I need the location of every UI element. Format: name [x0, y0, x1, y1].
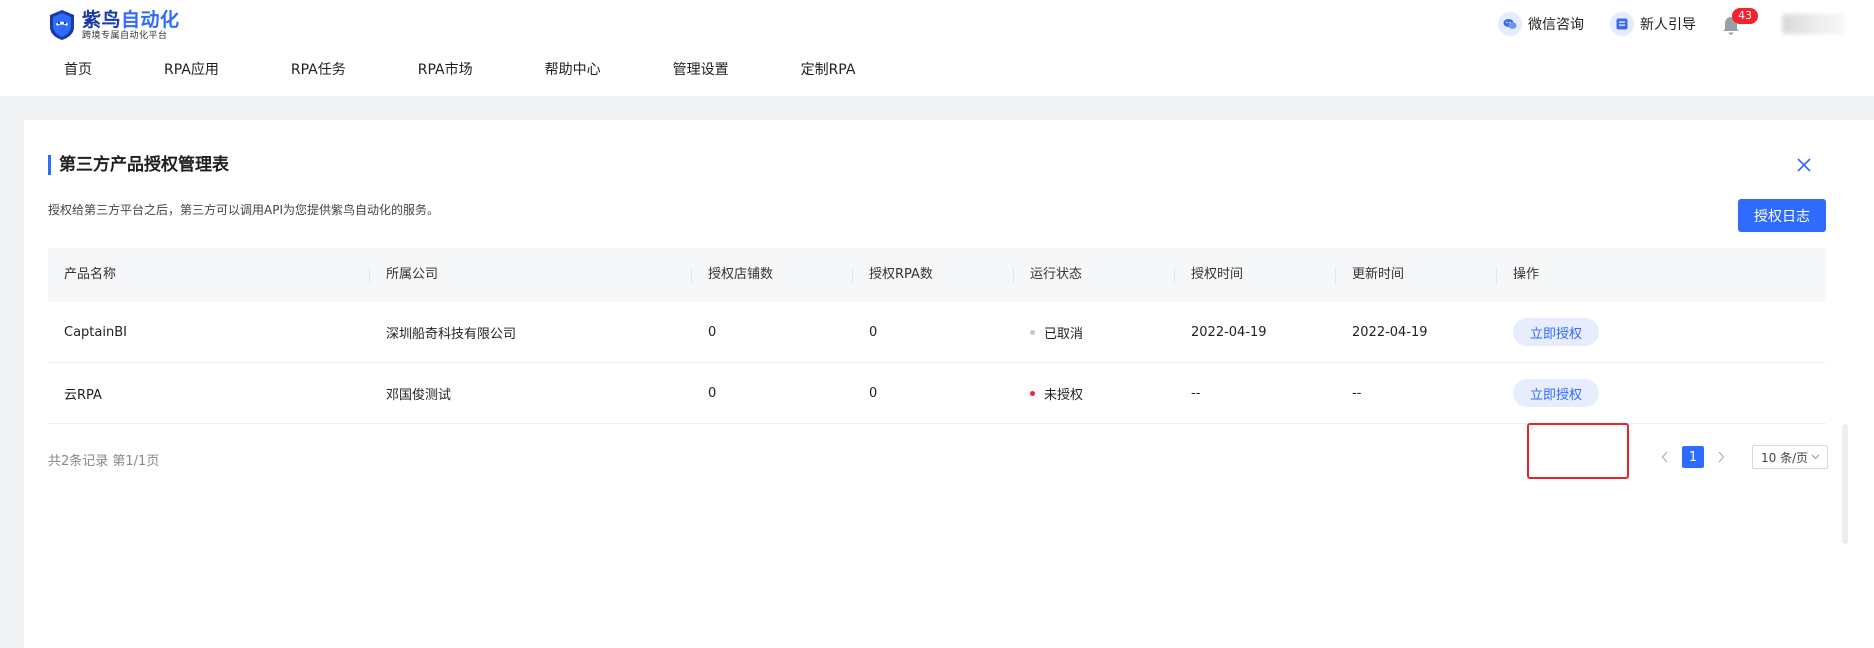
record-summary: 共2条记录 第1/1页 — [48, 454, 160, 469]
brand-subtitle: 跨境专属自动化平台 — [82, 30, 168, 41]
column-header-rpa-count: 授权RPA数 — [853, 248, 1014, 302]
cell-company: 邓国俊测试 — [386, 387, 452, 403]
panel-title: 第三方产品授权管理表 — [48, 155, 229, 175]
brand-title: 紫鸟自动化 — [82, 8, 180, 31]
authorize-now-button[interactable]: 立即授权 — [1513, 379, 1600, 407]
table-scrollbar[interactable] — [1842, 424, 1848, 544]
chevron-left-icon — [1661, 451, 1668, 463]
nav-settings[interactable]: 管理设置 — [673, 60, 729, 80]
cell-store-count: 0 — [708, 324, 717, 340]
nav-help-center[interactable]: 帮助中心 — [545, 60, 601, 80]
bird-logo-icon — [50, 10, 74, 40]
authorization-panel: 第三方产品授权管理表 授权给第三方平台之后，第三方可以调用API为您提供紫鸟自动… — [24, 120, 1874, 648]
new-user-guide-button[interactable]: 新人引导 — [1610, 12, 1696, 36]
next-page-button[interactable] — [1714, 450, 1728, 464]
panel-description: 授权给第三方平台之后，第三方可以调用API为您提供紫鸟自动化的服务。 — [48, 203, 439, 217]
chevron-right-icon — [1718, 451, 1725, 463]
cell-action: 立即授权 — [1497, 379, 1826, 407]
notification-badge: 43 — [1732, 8, 1758, 24]
nav-rpa-tasks[interactable]: RPA任务 — [291, 60, 346, 80]
guide-icon — [1610, 12, 1634, 36]
cell-auth-time: 2022-04-19 — [1191, 324, 1267, 340]
status-text: 未授权 — [1044, 387, 1084, 403]
table-row: CaptainBI 深圳船奇科技有限公司 0 0 已取消 2022-04-19 … — [48, 302, 1826, 363]
main-nav: 首页 RPA应用 RPA任务 RPA市场 帮助中心 管理设置 定制RPA — [64, 60, 927, 80]
user-avatar-blurred[interactable] — [1782, 14, 1844, 34]
wechat-consult-button[interactable]: 微信咨询 — [1498, 12, 1584, 36]
pagination: 1 10 条/页 — [1658, 444, 1829, 470]
cell-rpa-count: 0 — [869, 324, 878, 340]
top-header: 紫鸟自动化 跨境专属自动化平台 首页 RPA应用 RPA任务 RPA市场 帮助中… — [0, 0, 1874, 96]
column-header-store-count: 授权店铺数 — [692, 248, 853, 302]
cell-status: 已取消 — [1014, 323, 1175, 342]
status-dot — [1030, 390, 1035, 396]
table-row: 云RPA 邓国俊测试 0 0 未授权 -- -- 立即授权 — [48, 363, 1826, 424]
authorization-table: 产品名称 所属公司 授权店铺数 授权RPA数 运行状态 授权时间 更新时间 操作… — [48, 248, 1826, 424]
highlight-annotation-box — [1527, 423, 1629, 479]
nav-rpa-market[interactable]: RPA市场 — [418, 60, 473, 80]
close-icon[interactable] — [1794, 155, 1814, 175]
wechat-icon — [1498, 12, 1522, 36]
cell-update-time: 2022-04-19 — [1352, 324, 1428, 340]
cell-auth-time: -- — [1191, 385, 1201, 401]
cell-rpa-count: 0 — [869, 385, 878, 401]
nav-custom-rpa[interactable]: 定制RPA — [801, 60, 856, 80]
brand-logo[interactable]: 紫鸟自动化 跨境专属自动化平台 — [48, 8, 180, 42]
nav-rpa-apps[interactable]: RPA应用 — [164, 60, 219, 80]
cell-company: 深圳船奇科技有限公司 — [386, 326, 517, 342]
cell-product: CaptainBI — [64, 324, 127, 340]
prev-page-button[interactable] — [1658, 450, 1672, 464]
cell-product: 云RPA — [64, 387, 102, 403]
page-size-select[interactable]: 10 条/页 — [1752, 445, 1829, 469]
authorize-now-button[interactable]: 立即授权 — [1513, 318, 1600, 346]
column-header-auth-time: 授权时间 — [1175, 248, 1336, 302]
page-number-current[interactable]: 1 — [1682, 446, 1704, 468]
column-header-product: 产品名称 — [48, 248, 370, 302]
column-header-update-time: 更新时间 — [1336, 248, 1497, 302]
authorization-log-button[interactable]: 授权日志 — [1738, 199, 1826, 232]
notifications-button[interactable]: 43 — [1722, 8, 1758, 36]
cell-store-count: 0 — [708, 385, 717, 401]
column-header-action: 操作 — [1513, 267, 1540, 282]
status-text: 已取消 — [1044, 326, 1084, 342]
column-header-status: 运行状态 — [1014, 248, 1175, 302]
header-actions: 微信咨询 新人引导 43 — [1498, 8, 1844, 38]
table-header: 产品名称 所属公司 授权店铺数 授权RPA数 运行状态 授权时间 更新时间 操作 — [48, 248, 1826, 302]
nav-home[interactable]: 首页 — [64, 60, 92, 80]
chevron-down-icon — [1811, 454, 1820, 460]
cell-update-time: -- — [1352, 385, 1362, 401]
cell-action: 立即授权 — [1497, 318, 1826, 346]
status-dot — [1030, 329, 1035, 335]
column-header-company: 所属公司 — [370, 248, 692, 302]
cell-status: 未授权 — [1014, 384, 1175, 403]
